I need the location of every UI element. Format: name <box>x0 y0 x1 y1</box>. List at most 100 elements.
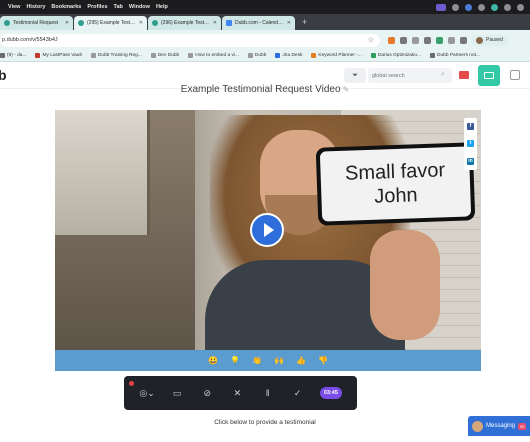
screen-record-icon[interactable] <box>459 71 469 79</box>
bookmark-item[interactable]: Dev Dubb <box>150 53 179 58</box>
messaging-widget[interactable]: Messaging 99 <box>468 416 530 436</box>
unread-badge: 99 <box>518 422 527 430</box>
bookmark-item[interactable]: Keyword Planner -... <box>311 53 362 58</box>
close-icon[interactable]: ✕ <box>139 20 143 26</box>
extension-icon[interactable] <box>424 36 431 44</box>
menu-history[interactable]: History <box>26 4 51 10</box>
recording-toolbar: ◎⌄ ▭ ⊘ ✕ ‖ ✓ 03:45 <box>124 376 357 410</box>
profile-button[interactable]: Paused <box>471 34 508 46</box>
dubb-icon <box>188 53 194 58</box>
record-video-button[interactable] <box>478 65 500 86</box>
close-icon[interactable]: ✕ <box>287 20 291 26</box>
search-icon[interactable]: ⌕ <box>441 71 445 79</box>
bookmark-label: Jira Desk <box>282 53 303 58</box>
cancel-recording-icon[interactable]: ✕ <box>229 388 245 399</box>
tray-app-icon[interactable] <box>452 3 459 11</box>
browser-tab[interactable]: Dubb.com - Calendar - Friday... ✕ <box>222 16 295 30</box>
reaction-thumbs-up-icon[interactable]: 👍 <box>296 356 306 365</box>
webcam-settings-icon[interactable]: ◎⌄ <box>139 388 155 399</box>
tab-favicon-icon <box>152 20 158 26</box>
tray-app-icon[interactable] <box>491 3 498 11</box>
browser-tab[interactable]: Testimonial Request ✕ <box>0 16 73 30</box>
dubb-logo[interactable]: b <box>0 67 7 83</box>
dubb-icon <box>247 53 253 58</box>
global-search-input[interactable] <box>368 68 452 83</box>
twitter-share-icon[interactable]: t <box>467 140 474 148</box>
filter-button[interactable]: ⏷ <box>344 68 366 83</box>
folder-icon <box>430 53 436 58</box>
jira-icon <box>275 53 281 58</box>
calendar-favicon-icon <box>226 20 232 26</box>
bookmark-item[interactable]: Dubb Partners not... <box>430 53 480 58</box>
apps-icon[interactable] <box>510 70 520 80</box>
bookmark-label: (9) - da... <box>7 53 27 58</box>
pause-icon[interactable]: ‖ <box>260 388 276 398</box>
play-button[interactable] <box>250 213 284 247</box>
dubb-icon <box>150 53 156 58</box>
browser-tab[interactable]: (296) Example Testimonial Re... ✕ <box>148 16 221 30</box>
play-icon <box>263 223 274 237</box>
video-subject <box>370 230 440 340</box>
menu-bookmarks[interactable]: Bookmarks <box>51 4 87 10</box>
screen-share-icon[interactable] <box>436 3 446 11</box>
reaction-lightbulb-icon[interactable]: 💡 <box>230 356 240 365</box>
tab-label: (295) Example Testimonial Re... <box>87 20 136 26</box>
reaction-raised-hands-icon[interactable]: 🙌 <box>274 356 284 365</box>
bookmark-item[interactable]: Darius Optimizatio... <box>370 53 422 58</box>
close-icon[interactable]: ✕ <box>65 20 69 26</box>
extension-icon[interactable] <box>388 36 395 44</box>
bookmark-label: Keyword Planner -... <box>318 53 362 58</box>
tab-favicon-icon <box>4 20 10 26</box>
bookmark-item[interactable]: (9) - da... <box>0 53 26 58</box>
menu-help[interactable]: Help <box>156 4 174 10</box>
video-player[interactable]: Small favor John f t in <box>55 110 481 350</box>
tray-app-icon[interactable] <box>478 3 485 11</box>
bookmarks-bar: (9) - da... My LastPass Vault Dubb Train… <box>0 50 530 62</box>
reaction-thumbs-down-icon[interactable]: 👎 <box>318 356 328 365</box>
video-title: Example Testimonial Request Video <box>180 84 341 95</box>
testimonial-cta: Click below to provide a testimonial <box>214 419 316 426</box>
url-field[interactable]: p.dubb.com/v/5543b4J ☆ <box>0 33 380 47</box>
reaction-bar: 😀 💡 👏 🙌 👍 👎 <box>55 350 481 371</box>
extension-icon[interactable] <box>436 36 443 44</box>
address-bar-row: p.dubb.com/v/5543b4J ☆ Paused <box>0 30 530 50</box>
filter-icon: ⏷ <box>352 71 358 79</box>
reaction-clap-icon[interactable]: 👏 <box>252 356 262 365</box>
reaction-smile-icon[interactable]: 😀 <box>208 356 218 365</box>
avatar <box>472 420 483 432</box>
tray-app-icon[interactable] <box>465 3 472 11</box>
browser-tab-strip: Testimonial Request ✕ (295) Example Test… <box>0 14 530 30</box>
extensions-puzzle-icon[interactable] <box>448 36 455 44</box>
download-icon[interactable] <box>460 36 467 44</box>
profile-status: Paused <box>486 37 503 43</box>
extension-icon[interactable] <box>400 36 407 44</box>
wifi-icon[interactable] <box>504 3 511 11</box>
edit-pencil-icon[interactable]: ✎ <box>343 85 350 94</box>
finish-recording-icon[interactable]: ✓ <box>290 388 306 399</box>
menu-window[interactable]: Window <box>129 4 156 10</box>
phone-text-line1: Small favor <box>344 159 446 185</box>
menu-profiles[interactable]: Profiles <box>87 4 113 10</box>
new-tab-button[interactable]: + <box>296 15 313 30</box>
menu-view[interactable]: View <box>8 4 26 10</box>
close-icon[interactable]: ✕ <box>213 20 217 26</box>
bookmark-label: Darius Optimizatio... <box>377 53 422 58</box>
linkedin-share-icon[interactable]: in <box>467 157 474 165</box>
bookmark-item[interactable]: Jira Desk <box>275 53 302 58</box>
ads-icon <box>311 53 317 58</box>
screen-icon[interactable]: ▭ <box>169 388 185 399</box>
system-tray <box>436 3 530 11</box>
macos-menubar: View History Bookmarks Profiles Tab Wind… <box>0 0 530 14</box>
bookmark-item[interactable]: Dubb <box>247 53 266 58</box>
menu-tab[interactable]: Tab <box>114 4 129 10</box>
bookmark-star-icon[interactable]: ☆ <box>368 36 374 44</box>
control-center-icon[interactable] <box>517 3 524 11</box>
browser-tab-active[interactable]: (295) Example Testimonial Re... ✕ <box>74 16 147 30</box>
facebook-share-icon[interactable]: f <box>467 123 474 131</box>
bookmark-item[interactable]: How to embed a vi... <box>188 53 239 58</box>
bookmark-item[interactable]: Dubb Training Reg... <box>90 53 142 58</box>
bookmark-item[interactable]: My LastPass Vault <box>35 53 82 58</box>
extension-icon[interactable] <box>412 36 419 44</box>
annotate-icon[interactable]: ⊘ <box>199 388 215 399</box>
tab-favicon-icon <box>78 20 84 26</box>
